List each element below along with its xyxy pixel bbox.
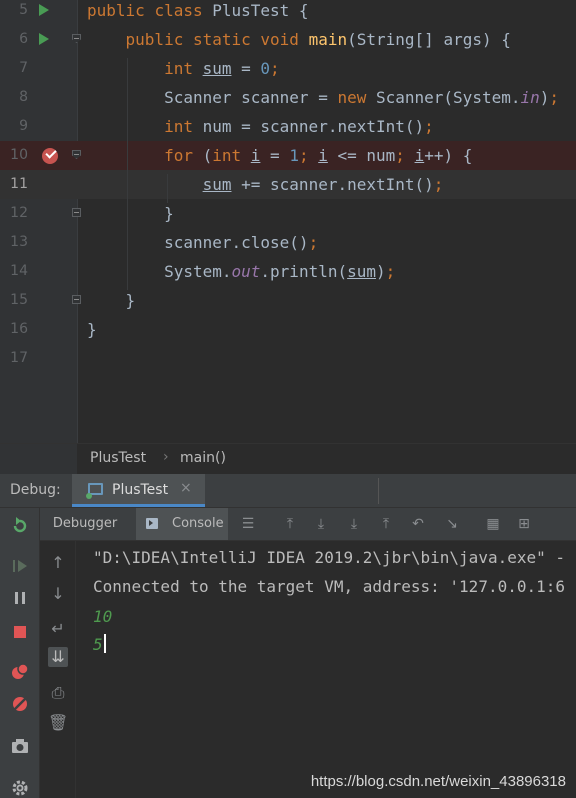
pause-icon[interactable] [10, 588, 30, 608]
close-tab-icon[interactable]: × [180, 480, 192, 496]
tab-console[interactable]: Console [136, 508, 228, 540]
console-line: "D:\IDEA\IntelliJ IDEA 2019.2\jbr\bin\ja… [93, 548, 566, 567]
debug-session-tab[interactable]: PlusTest × [72, 474, 205, 507]
code-line[interactable]: 15 } [0, 286, 576, 315]
print-icon[interactable]: ⎙ [48, 683, 68, 703]
step-over-icon[interactable]: ⤓ [313, 516, 329, 532]
line-number[interactable]: 6 [0, 25, 28, 54]
debug-toolbar: Debugger Console ☰ ⤒ ⤓ ⤓ ⤒ ↶ ↘ ▦ ⊞ [40, 508, 576, 541]
debug-label: Debug: [10, 482, 61, 498]
line-number[interactable]: 11 [0, 170, 28, 199]
code-text: public class PlusTest { [87, 1, 309, 20]
breadcrumb-gutter [0, 444, 77, 474]
line-number[interactable]: 17 [0, 344, 28, 373]
line-number[interactable]: 5 [0, 0, 28, 25]
scroll-down-icon[interactable]: ↓ [48, 584, 68, 604]
step-into-icon[interactable]: ⤓ [346, 516, 362, 532]
code-text: } [87, 204, 174, 223]
header-divider [378, 478, 379, 504]
text-caret [103, 634, 106, 653]
console-side-toolbar: ↑ ↓ ↵ ⇊ ⎙ 🗑 [40, 541, 76, 798]
line-number[interactable]: 10 [0, 141, 28, 170]
fold-marker-icon[interactable] [72, 295, 81, 304]
layout-icon[interactable]: ☰ [240, 516, 256, 532]
code-line[interactable]: 12 } [0, 199, 576, 228]
watermark: https://blog.csdn.net/weixin_43896318 [310, 773, 566, 790]
breadcrumb-method[interactable]: main() [180, 450, 226, 466]
code-text: int sum = 0; [164, 59, 280, 78]
view-breakpoints-icon[interactable] [10, 662, 30, 682]
soft-wrap-icon[interactable]: ↵ [48, 619, 68, 639]
resume-icon[interactable] [10, 556, 30, 576]
code-text: } [87, 291, 136, 310]
line-number[interactable]: 14 [0, 257, 28, 286]
code-text: for (int i = 1; i <= num; i++) { [164, 146, 473, 165]
code-line[interactable]: 5 public class PlusTest { [0, 0, 576, 25]
run-to-cursor-icon[interactable]: ↘ [444, 516, 460, 532]
code-line[interactable]: 6 public static void main(String[] args)… [0, 25, 576, 54]
indent-guide [167, 174, 168, 203]
rerun-icon[interactable] [10, 516, 30, 536]
code-line[interactable]: 13 scanner.close(); [0, 228, 576, 257]
breadcrumb: PlusTest › main() [0, 443, 576, 474]
run-gutter-icon[interactable] [39, 4, 49, 16]
debug-left-toolbar [0, 508, 40, 798]
code-line[interactable]: 11 sum += scanner.nextInt(); [0, 170, 576, 199]
mute-breakpoints-icon[interactable] [10, 694, 30, 714]
code-text: sum += scanner.nextInt(); [202, 175, 444, 194]
trace-icon[interactable]: ⊞ [516, 516, 532, 532]
console-user-input: 5 [93, 635, 103, 654]
breadcrumb-class[interactable]: PlusTest [90, 450, 146, 466]
camera-icon[interactable] [10, 736, 30, 756]
console-output[interactable]: "D:\IDEA\IntelliJ IDEA 2019.2\jbr\bin\ja… [77, 541, 576, 798]
scroll-up-icon[interactable]: ↑ [48, 553, 68, 573]
code-text: Scanner scanner = new Scanner(System.in)… [87, 88, 560, 107]
gear-icon[interactable] [10, 778, 30, 798]
tab-console-label: Console [172, 516, 224, 531]
breadcrumb-separator: › [163, 449, 169, 465]
code-line[interactable]: 16} [0, 315, 576, 344]
code-line[interactable]: 14 System.out.println(sum); [0, 257, 576, 286]
run-gutter-icon[interactable] [39, 33, 49, 45]
evaluate-expression-icon[interactable]: ▦ [485, 516, 501, 532]
debug-session-label: PlusTest [112, 482, 169, 498]
debug-session-icon [86, 483, 103, 499]
code-text: int num = scanner.nextInt(); [164, 117, 434, 136]
code-text: scanner.close(); [87, 233, 319, 252]
code-line[interactable]: 8 Scanner scanner = new Scanner(System.i… [0, 83, 576, 112]
console-line: Connected to the target VM, address: '12… [93, 577, 566, 596]
stop-icon[interactable] [10, 622, 30, 642]
trash-icon[interactable]: 🗑 [48, 713, 68, 733]
code-text: System.out.println(sum); [87, 262, 396, 281]
console-user-input-current[interactable]: 5 [93, 630, 106, 659]
scroll-to-end-icon[interactable]: ⇊ [48, 647, 68, 667]
line-number[interactable]: 8 [0, 83, 28, 112]
code-line[interactable]: 10 for (int i = 1; i <= num; i++) { [0, 141, 576, 170]
drop-frame-icon[interactable]: ↶ [410, 516, 426, 532]
line-number[interactable]: 13 [0, 228, 28, 257]
tab-debugger[interactable]: Debugger [40, 508, 130, 540]
line-number[interactable]: 16 [0, 315, 28, 344]
code-line[interactable]: 7 int sum = 0; [0, 54, 576, 83]
fold-marker-icon[interactable] [72, 150, 81, 159]
fold-marker-icon[interactable] [72, 34, 81, 43]
debug-tool-window-header: Debug: PlusTest × [0, 474, 576, 508]
code-line[interactable]: 9 int num = scanner.nextInt(); [0, 112, 576, 141]
line-number[interactable]: 12 [0, 199, 28, 228]
line-number[interactable]: 7 [0, 54, 28, 83]
console-icon [146, 518, 158, 529]
step-out-icon[interactable]: ⤒ [378, 516, 394, 532]
code-line[interactable]: 17 [0, 344, 576, 373]
line-number[interactable]: 9 [0, 112, 28, 141]
code-text: } [87, 320, 97, 339]
console-user-input: 10 [93, 607, 113, 626]
indent-guide [127, 58, 128, 290]
line-number[interactable]: 15 [0, 286, 28, 315]
show-execution-point-icon[interactable]: ⤒ [282, 516, 298, 532]
fold-marker-icon[interactable] [72, 208, 81, 217]
code-text: public static void main(String[] args) { [125, 30, 511, 49]
code-editor[interactable]: 5 public class PlusTest { 6 public static … [0, 0, 576, 443]
